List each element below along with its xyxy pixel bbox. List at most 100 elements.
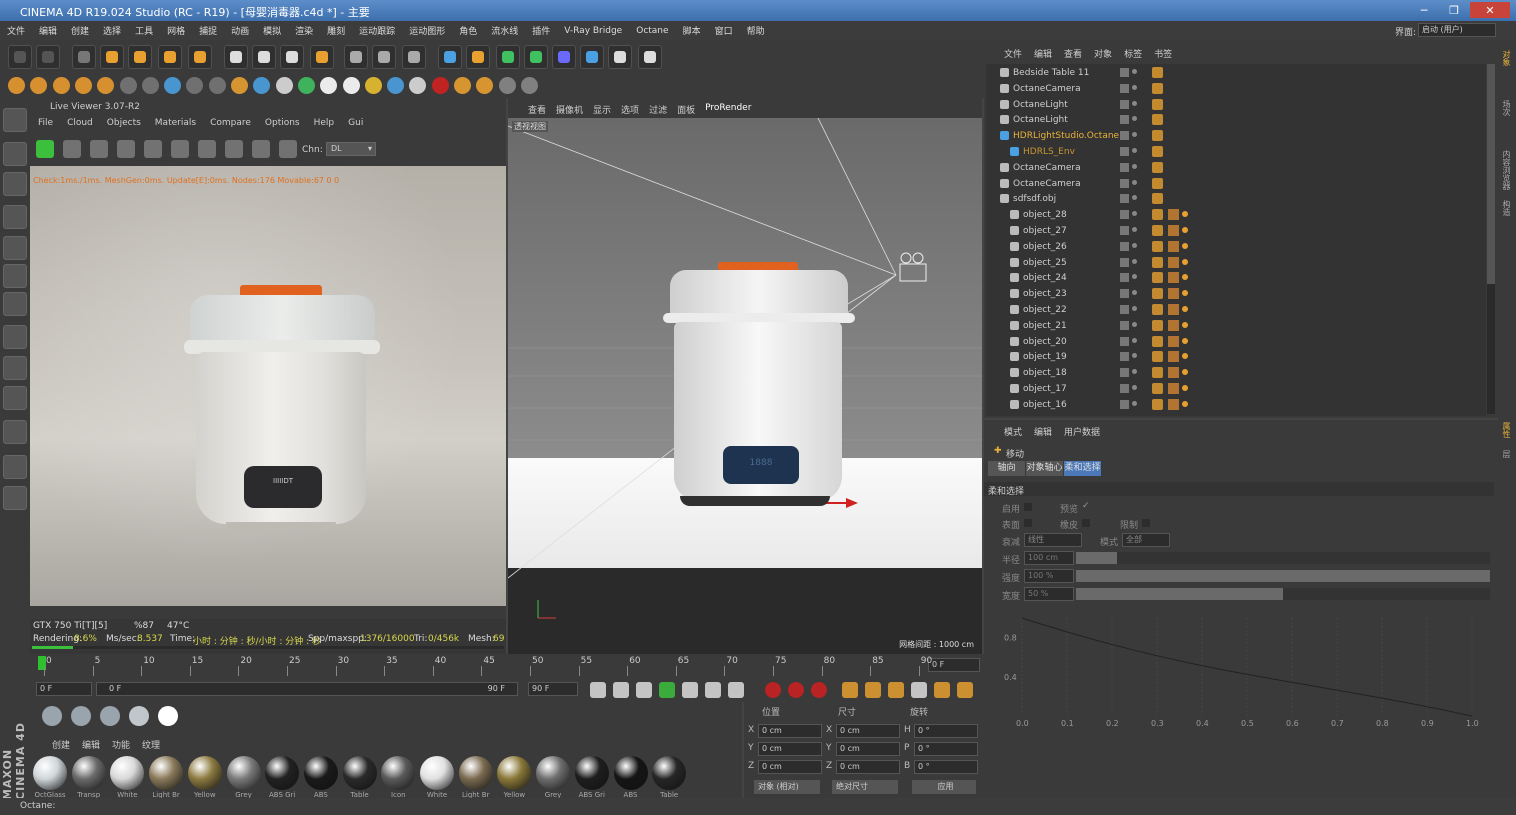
strength-slider[interactable] [1076,570,1490,582]
render-dot-icon[interactable] [1132,69,1137,74]
left-tool-icon-1[interactable] [3,142,27,166]
render-dot-icon[interactable] [1132,132,1137,138]
render-dot-icon[interactable] [1132,321,1137,327]
pos-field[interactable]: 0 cm [758,742,822,756]
vp-menu-1[interactable]: 摄像机 [556,103,583,116]
phong-tag-icon[interactable] [1182,337,1188,344]
size-field[interactable]: 0 cm [836,760,900,774]
left-tool-icon-7[interactable] [3,325,27,349]
tag-icon[interactable] [1152,98,1163,110]
lv-menu-1[interactable]: Cloud [67,118,93,132]
size-field[interactable]: 0 cm [836,724,900,738]
tool-icon-6[interactable] [141,77,159,94]
object-row[interactable]: object_18 [988,365,1485,381]
render-dot-icon[interactable] [1132,242,1137,248]
right-tab-3[interactable]: 构造 [1501,200,1512,216]
tag-icon[interactable] [1152,256,1163,268]
tag-icon[interactable] [1152,335,1163,347]
radius-field[interactable]: 100 cm [1024,551,1074,565]
phong-tag-icon[interactable] [1182,290,1188,297]
go-start-icon[interactable] [590,682,606,698]
left-tool-icon-12[interactable] [3,486,27,510]
falloff-graph[interactable]: 0.0 0.1 0.2 0.3 0.4 0.5 0.6 0.7 0.8 0.9 1.0 0.8 0.4 [1002,606,1492,734]
material-tag-icon[interactable] [1168,319,1179,331]
visibility-icon[interactable] [1120,241,1129,251]
tag-icon[interactable] [1152,146,1163,157]
tag-icon[interactable] [1152,288,1163,300]
left-tool-icon-6[interactable] [3,292,27,316]
rot-field[interactable]: 0 ° [914,724,978,738]
menu-3[interactable]: 选择 [96,24,128,37]
menu-9[interactable]: 渲染 [288,24,320,37]
render-dot-icon[interactable] [1132,369,1137,375]
om-menu-4[interactable]: 标签 [1124,47,1142,60]
render-dot-icon[interactable] [1132,179,1137,185]
lv-menu-2[interactable]: Objects [107,118,141,132]
render-dot-icon[interactable] [1132,100,1137,106]
object-row[interactable]: HDRLightStudio.Octane [988,128,1485,144]
render-dot-icon[interactable] [1132,116,1137,122]
attr-tab-0[interactable]: 轴向 [988,461,1025,476]
tool-icon-17[interactable] [387,77,405,94]
tag-icon[interactable] [1152,114,1163,126]
visibility-icon[interactable] [1120,194,1129,204]
pos-field[interactable]: 0 cm [758,760,822,774]
om-menu-2[interactable]: 查看 [1064,47,1082,60]
material-ball[interactable] [265,756,300,790]
render-dot-icon[interactable] [1132,227,1137,232]
material-ball[interactable] [71,756,106,790]
play-icon[interactable] [659,682,675,698]
tool-icon-5[interactable] [119,77,137,94]
phong-tag-icon[interactable] [1182,274,1188,281]
material-ball[interactable] [613,756,648,790]
right-tab-2[interactable]: 内容浏览器 [1501,150,1512,190]
object-row[interactable]: object_28 [988,207,1485,223]
maximize-button[interactable]: ❐ [1440,2,1468,18]
menu-14[interactable]: 流水线 [484,24,525,37]
phong-tag-icon[interactable] [1182,400,1188,407]
menu-7[interactable]: 动画 [224,24,256,37]
visibility-icon[interactable] [1120,320,1129,330]
enable-checkbox[interactable] [1024,503,1032,511]
menu-4[interactable]: 工具 [128,24,160,37]
param-key-icon[interactable] [911,682,927,698]
menu-1[interactable]: 编辑 [32,24,64,37]
minimize-button[interactable]: ─ [1410,2,1438,18]
material-tag-icon[interactable] [1168,304,1179,315]
object-row[interactable]: object_22 [988,302,1485,318]
material-ball[interactable] [33,756,67,790]
size-mode-select[interactable]: 绝对尺寸 [832,780,898,794]
material-tag-icon[interactable] [1168,256,1179,268]
tag-icon[interactable] [1152,351,1163,363]
material-ball[interactable] [342,756,377,790]
menu-5[interactable]: 网格 [160,24,192,37]
am-menu-2[interactable]: 用户数据 [1064,425,1100,438]
visibility-icon[interactable] [1120,305,1129,314]
render-dot-icon[interactable] [1132,353,1137,359]
tag-icon[interactable] [1152,383,1163,394]
left-tool-icon-10[interactable] [3,420,27,444]
visibility-icon[interactable] [1120,210,1129,220]
record-icon[interactable] [765,682,781,698]
lv-tool-icon-1[interactable] [63,140,81,158]
menu-18[interactable]: 脚本 [676,24,708,37]
tag-icon[interactable] [1152,193,1163,205]
menu-2[interactable]: 创建 [64,24,96,37]
falloff-select[interactable]: 线性 [1024,533,1082,547]
menu-13[interactable]: 角色 [452,24,484,37]
material-tag-icon[interactable] [1168,225,1179,236]
phong-tag-icon[interactable] [1182,306,1188,312]
tool-icon-12[interactable] [275,77,293,94]
phong-tag-icon[interactable] [1182,258,1188,265]
object-row[interactable]: object_24 [988,270,1485,286]
tag-icon[interactable] [1152,161,1163,173]
material-ball[interactable] [458,756,493,790]
om-menu-1[interactable]: 编辑 [1034,47,1052,60]
object-row[interactable]: object_23 [988,286,1485,302]
start-frame-field[interactable]: 0 F [36,682,92,696]
current-frame-field[interactable]: 0 F [928,658,980,672]
object-row[interactable]: object_27 [988,223,1485,239]
phong-tag-icon[interactable] [1182,211,1188,218]
object-row[interactable]: object_20 [988,334,1485,350]
render-dot-icon[interactable] [1132,290,1137,296]
